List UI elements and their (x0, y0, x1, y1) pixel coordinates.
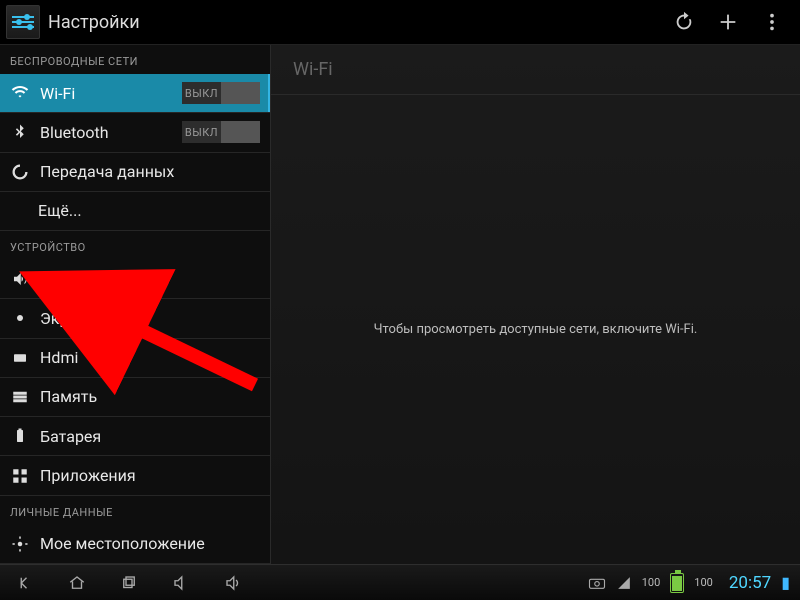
bluetooth-icon (10, 122, 30, 142)
section-header-wireless: БЕСПРОВОДНЫЕ СЕТИ (0, 45, 270, 74)
sidebar-item-storage[interactable]: Память (0, 378, 270, 417)
storage-icon (10, 387, 30, 407)
battery-percent: 100 (694, 576, 713, 589)
volume-up-button[interactable] (218, 572, 248, 594)
status-area[interactable]: 100 100 20:57 ▮ (588, 573, 790, 593)
add-button[interactable] (706, 0, 750, 44)
section-header-personal: ЛИЧНЫЕ ДАННЫЕ (0, 496, 270, 525)
back-button[interactable] (10, 572, 40, 594)
sidebar-item-label: Батарея (40, 427, 260, 446)
sidebar-item-battery[interactable]: Батарея (0, 417, 270, 456)
sidebar-item-label: Hdmi (40, 348, 260, 367)
wifi-disabled-hint: Чтобы просмотреть доступные сети, включи… (374, 322, 698, 337)
plus-icon (717, 11, 739, 33)
sidebar-item-label: Bluetooth (40, 123, 172, 142)
sidebar-item-sound[interactable]: Звук (0, 260, 270, 299)
apps-icon (10, 466, 30, 486)
signal-percent: 100 (642, 576, 661, 589)
sidebar-item-label: Экран (40, 309, 260, 328)
sound-icon (10, 269, 30, 289)
toggle-off-label: ВЫКЛ (182, 121, 221, 143)
bluetooth-toggle[interactable]: ВЫКЛ (182, 121, 260, 143)
brightness-icon (10, 308, 30, 328)
battery-icon (10, 426, 30, 446)
home-button[interactable] (62, 572, 92, 594)
section-header-device: УСТРОЙСТВО (0, 231, 270, 260)
sidebar-item-more[interactable]: Ещё... (0, 192, 270, 231)
screenshot-indicator-icon: ▮ (781, 573, 790, 592)
sidebar-item-wifi[interactable]: Wi-Fi ВЫКЛ (0, 74, 270, 113)
detail-pane: Wi-Fi Чтобы просмотреть доступные сети, … (270, 45, 800, 564)
overflow-button[interactable] (750, 0, 794, 44)
sidebar-item-bluetooth[interactable]: Bluetooth ВЫКЛ (0, 113, 270, 152)
sidebar-item-label: Звук (40, 270, 260, 289)
sidebar-item-label: Приложения (40, 466, 260, 485)
settings-sidebar: БЕСПРОВОДНЫЕ СЕТИ Wi-Fi ВЫКЛ Bluetooth В… (0, 45, 270, 564)
wifi-toggle[interactable]: ВЫКЛ (182, 82, 260, 104)
action-bar-title: Настройки (48, 12, 140, 33)
hdmi-icon (10, 348, 30, 368)
clock: 20:57 (729, 573, 771, 593)
sidebar-item-label: Wi-Fi (40, 84, 172, 103)
sidebar-item-data-usage[interactable]: Передача данных (0, 153, 270, 192)
sidebar-item-hdmi[interactable]: Hdmi (0, 339, 270, 378)
action-bar: Настройки (0, 0, 800, 44)
sidebar-item-label: Мое местоположение (40, 534, 260, 553)
volume-down-button[interactable] (166, 572, 196, 594)
wifi-icon (10, 83, 30, 103)
sidebar-item-label: Передача данных (40, 162, 260, 181)
toggle-off-label: ВЫКЛ (182, 82, 221, 104)
sidebar-item-apps[interactable]: Приложения (0, 456, 270, 495)
refresh-button[interactable] (662, 0, 706, 44)
detail-title: Wi-Fi (271, 45, 800, 95)
recents-button[interactable] (114, 572, 144, 594)
location-icon (10, 534, 30, 554)
settings-app-icon (6, 5, 40, 39)
refresh-icon (673, 11, 695, 33)
camera-icon (588, 576, 606, 590)
overflow-icon (761, 11, 783, 33)
system-navigation-bar: 100 100 20:57 ▮ (0, 564, 800, 600)
battery-indicator-icon (670, 573, 684, 593)
sidebar-item-location[interactable]: Мое местоположение (0, 525, 270, 564)
sidebar-item-label: Ещё... (38, 201, 260, 220)
sidebar-item-label: Память (40, 387, 260, 406)
sidebar-item-display[interactable]: Экран (0, 299, 270, 338)
signal-icon (616, 576, 632, 590)
data-usage-icon (10, 162, 30, 182)
